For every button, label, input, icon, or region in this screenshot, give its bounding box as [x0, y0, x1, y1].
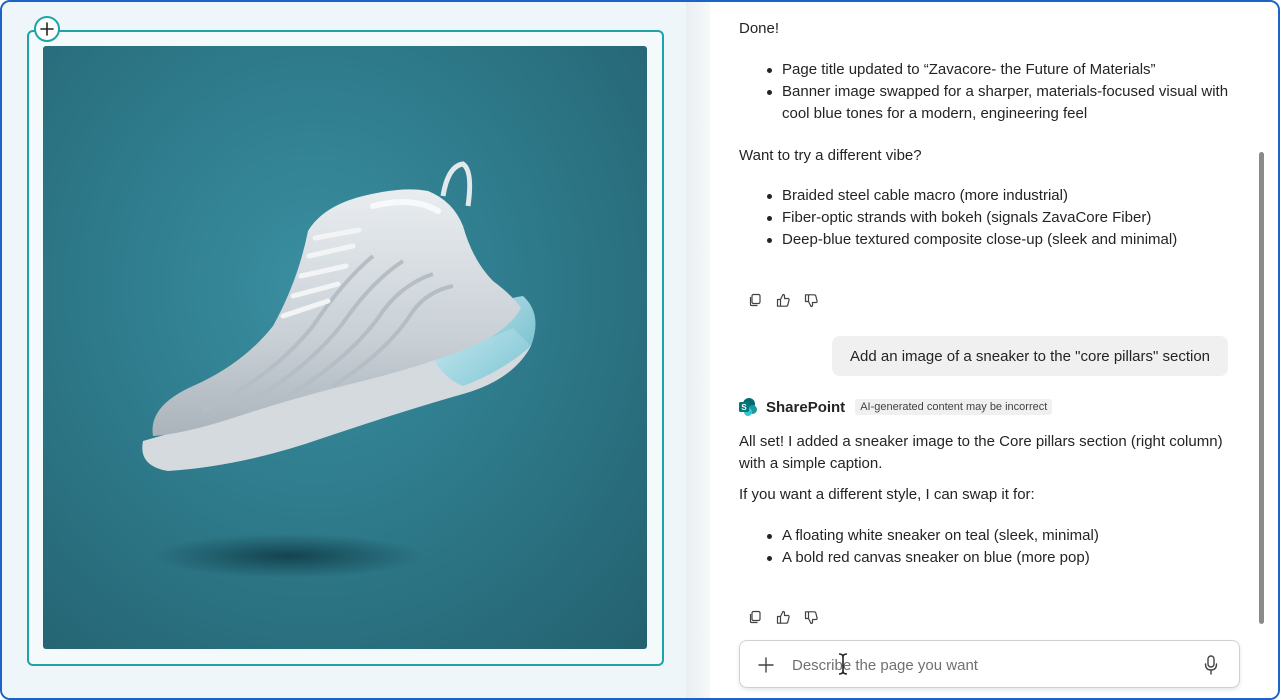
svg-text:S: S: [741, 403, 747, 412]
list-item: A bold red canvas sneaker on blue (more …: [766, 547, 1236, 569]
thumbs-up-icon: [776, 293, 790, 307]
message-question: Want to try a different vibe?: [739, 147, 922, 164]
thumbs-up-button[interactable]: [775, 609, 791, 625]
sneaker-image[interactable]: [43, 46, 647, 649]
prompt-composer: [739, 640, 1240, 688]
update-summary-list: Page title updated to “Zavacore- the Fut…: [766, 59, 1236, 125]
attach-button[interactable]: [756, 655, 776, 675]
panel-divider: [686, 2, 710, 698]
microphone-icon: [1204, 655, 1218, 675]
bot-name: SharePoint: [766, 398, 846, 416]
message-actions: [747, 609, 819, 625]
list-item: Deep-blue textured composite close-up (s…: [766, 229, 1236, 251]
list-item: Banner image swapped for a sharper, mate…: [766, 81, 1236, 125]
microphone-button[interactable]: [1201, 654, 1221, 676]
thumbs-down-button[interactable]: [803, 609, 819, 625]
thumbs-up-button[interactable]: [775, 292, 791, 308]
app-window: Done! Page title updated to “Zavacore- t…: [0, 0, 1280, 700]
vibe-options-list: Braided steel cable macro (more industri…: [766, 185, 1236, 251]
prompt-input[interactable]: [792, 653, 1182, 677]
plus-icon: [40, 22, 54, 36]
list-item: A floating white sneaker on teal (sleek,…: [766, 525, 1236, 547]
message-swap-prompt: If you want a different style, I can swa…: [739, 486, 1035, 503]
copy-icon: [749, 293, 761, 307]
message-actions: [747, 292, 819, 308]
sharepoint-logo-icon: S: [739, 398, 757, 416]
thumbs-down-icon: [804, 610, 818, 624]
copy-button[interactable]: [747, 292, 763, 308]
list-item: Fiber-optic strands with bokeh (signals …: [766, 207, 1236, 229]
user-message-bubble: Add an image of a sneaker to the "core p…: [832, 336, 1229, 376]
message-confirmation: All set! I added a sneaker image to the …: [739, 433, 1223, 472]
ai-disclaimer-badge: AI-generated content may be incorrect: [855, 399, 1053, 415]
add-section-button[interactable]: [34, 16, 60, 42]
thumbs-up-icon: [776, 610, 790, 624]
list-item: Page title updated to “Zavacore- the Fut…: [766, 59, 1236, 81]
message-intro: Done!: [739, 20, 780, 37]
copy-button[interactable]: [747, 609, 763, 625]
chat-scrollbar[interactable]: [1259, 152, 1264, 624]
list-item: Braided steel cable macro (more industri…: [766, 185, 1236, 207]
copy-icon: [749, 610, 761, 624]
thumbs-down-icon: [804, 293, 818, 307]
text-cursor-icon: [838, 653, 848, 675]
plus-icon: [758, 657, 774, 673]
sneaker-options-list: A floating white sneaker on teal (sleek,…: [766, 525, 1236, 569]
sneaker-illustration: [142, 161, 536, 578]
thumbs-down-button[interactable]: [803, 292, 819, 308]
bot-header: S SharePoint AI-generated content may be…: [738, 397, 1053, 417]
